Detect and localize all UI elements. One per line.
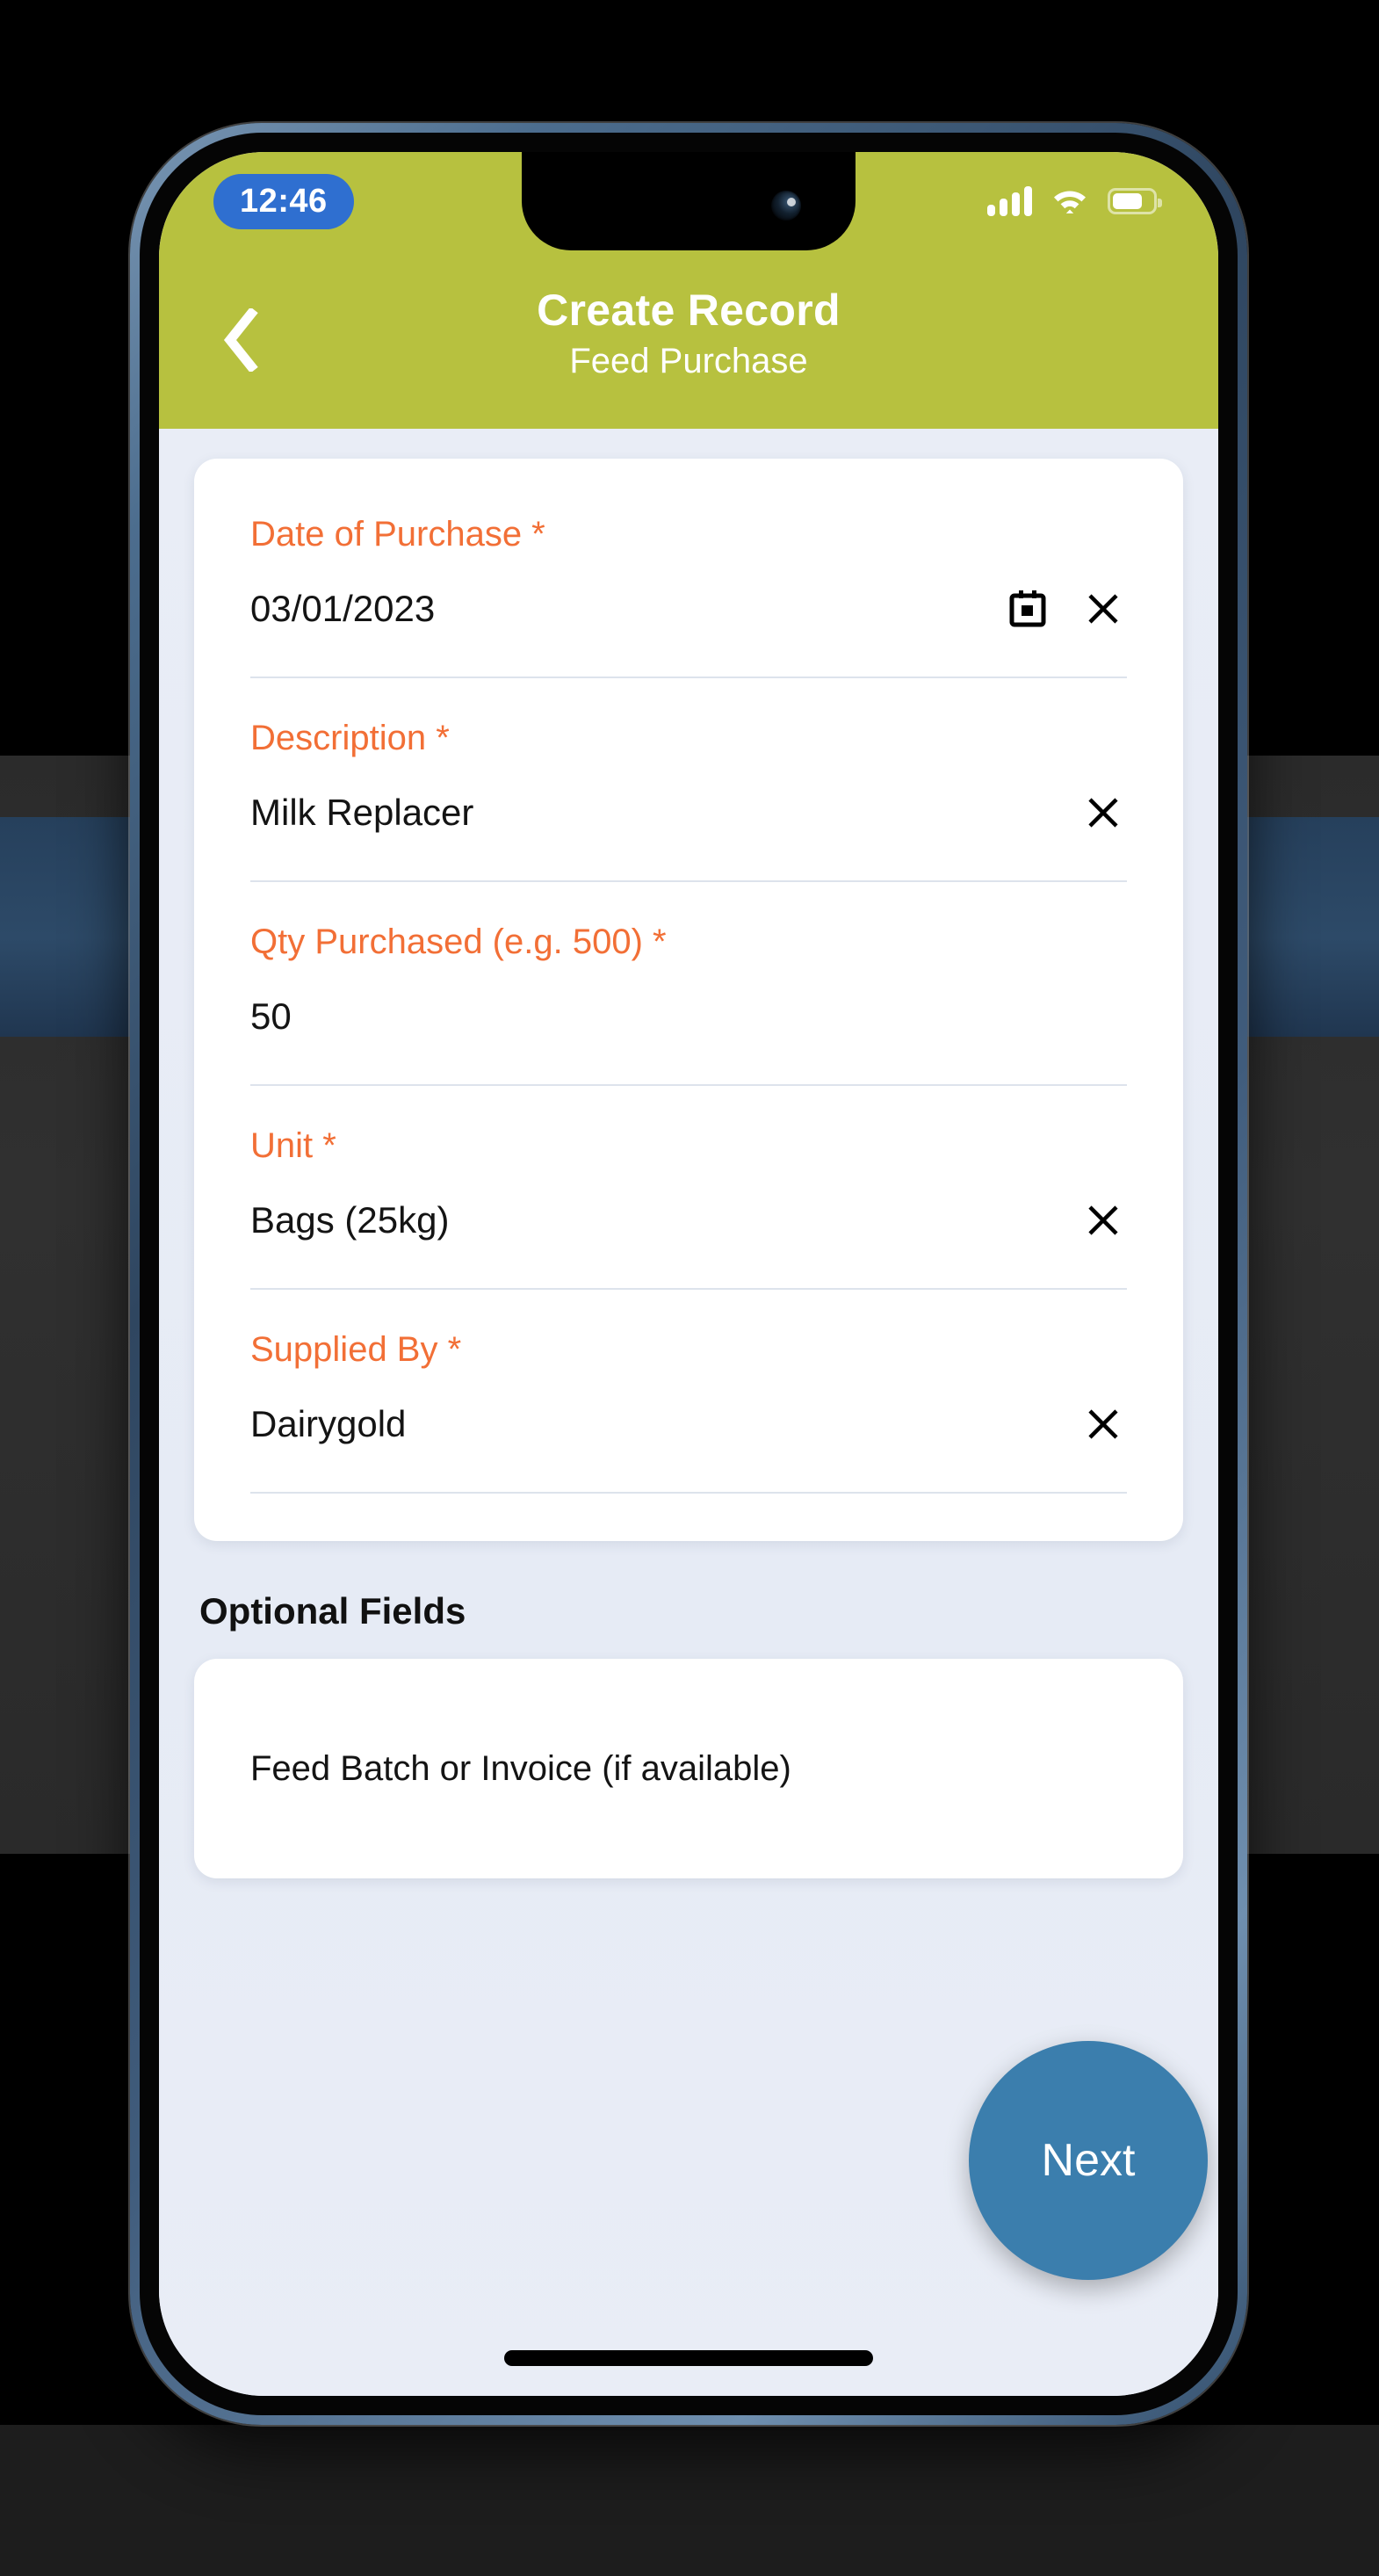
calendar-icon[interactable]	[1007, 589, 1048, 629]
field-value[interactable]: 50	[250, 995, 292, 1038]
phone-bezel: 12:46 Create Record Feed Purchase Date o…	[140, 133, 1238, 2415]
page-title: Create Record	[537, 286, 841, 335]
field-value[interactable]: Milk Replacer	[250, 792, 473, 834]
app-header: 12:46 Create Record Feed Purchase	[159, 152, 1218, 429]
clear-icon[interactable]	[1083, 1200, 1123, 1241]
field-value[interactable]: Bags (25kg)	[250, 1199, 449, 1241]
field-label: Qty Purchased (e.g. 500) *	[250, 923, 667, 961]
field-date-of-purchase: Date of Purchase * 03/01/2023	[250, 474, 1127, 678]
page-body: Date of Purchase * 03/01/2023 Descriptio…	[159, 429, 1218, 2396]
clear-icon[interactable]	[1083, 589, 1123, 629]
backdrop-band-bottom	[0, 2425, 1379, 2576]
wifi-icon	[1051, 185, 1088, 218]
field-icons	[1083, 1200, 1127, 1241]
page-subtitle: Feed Purchase	[569, 342, 808, 380]
field-supplied-by: Supplied By * Dairygold	[250, 1290, 1127, 1494]
back-chevron-icon[interactable]	[210, 308, 271, 372]
field-icons	[1083, 1404, 1127, 1444]
optional-fields-card: Feed Batch or Invoice (if available)	[194, 1659, 1183, 1878]
field-value[interactable]: 03/01/2023	[250, 588, 435, 630]
home-indicator[interactable]	[504, 2350, 873, 2366]
phone-screen: 12:46 Create Record Feed Purchase Date o…	[159, 152, 1218, 2396]
required-fields-card: Date of Purchase * 03/01/2023 Descriptio…	[194, 459, 1183, 1541]
field-label: Description *	[250, 719, 450, 757]
status-bar: 12:46	[159, 152, 1218, 250]
field-input-row[interactable]: Dairygold	[250, 1371, 1127, 1494]
field-input-row[interactable]: 50	[250, 963, 1127, 1086]
field-input-row[interactable]: Bags (25kg)	[250, 1167, 1127, 1290]
field-input-row[interactable]: 03/01/2023	[250, 555, 1127, 678]
phone-device-frame: 12:46 Create Record Feed Purchase Date o…	[130, 123, 1247, 2425]
header-title-block: Create Record Feed Purchase	[159, 250, 1218, 429]
field-label: Date of Purchase *	[250, 515, 545, 554]
optional-fields-heading: Optional Fields	[199, 1590, 466, 1632]
status-bar-time: 12:46	[213, 173, 354, 229]
field-label: Supplied By *	[250, 1330, 462, 1369]
clear-icon[interactable]	[1083, 792, 1123, 833]
feed-batch-or-invoice-input[interactable]: Feed Batch or Invoice (if available)	[250, 1749, 791, 1789]
desktop-backdrop: 12:46 Create Record Feed Purchase Date o…	[0, 0, 1379, 2576]
clear-icon[interactable]	[1083, 1404, 1123, 1444]
field-unit: Unit * Bags (25kg)	[250, 1086, 1127, 1290]
next-button[interactable]: Next	[969, 2041, 1208, 2280]
field-label: Unit *	[250, 1126, 336, 1165]
field-qty-purchased: Qty Purchased (e.g. 500) * 50	[250, 882, 1127, 1086]
cellular-signal-icon	[987, 186, 1032, 216]
field-description: Description * Milk Replacer	[250, 678, 1127, 882]
field-input-row[interactable]: Milk Replacer	[250, 759, 1127, 882]
field-icons	[1007, 589, 1127, 629]
field-icons	[1083, 792, 1127, 833]
field-value[interactable]: Dairygold	[250, 1403, 406, 1445]
status-bar-icons	[987, 185, 1162, 218]
battery-icon	[1108, 188, 1162, 214]
